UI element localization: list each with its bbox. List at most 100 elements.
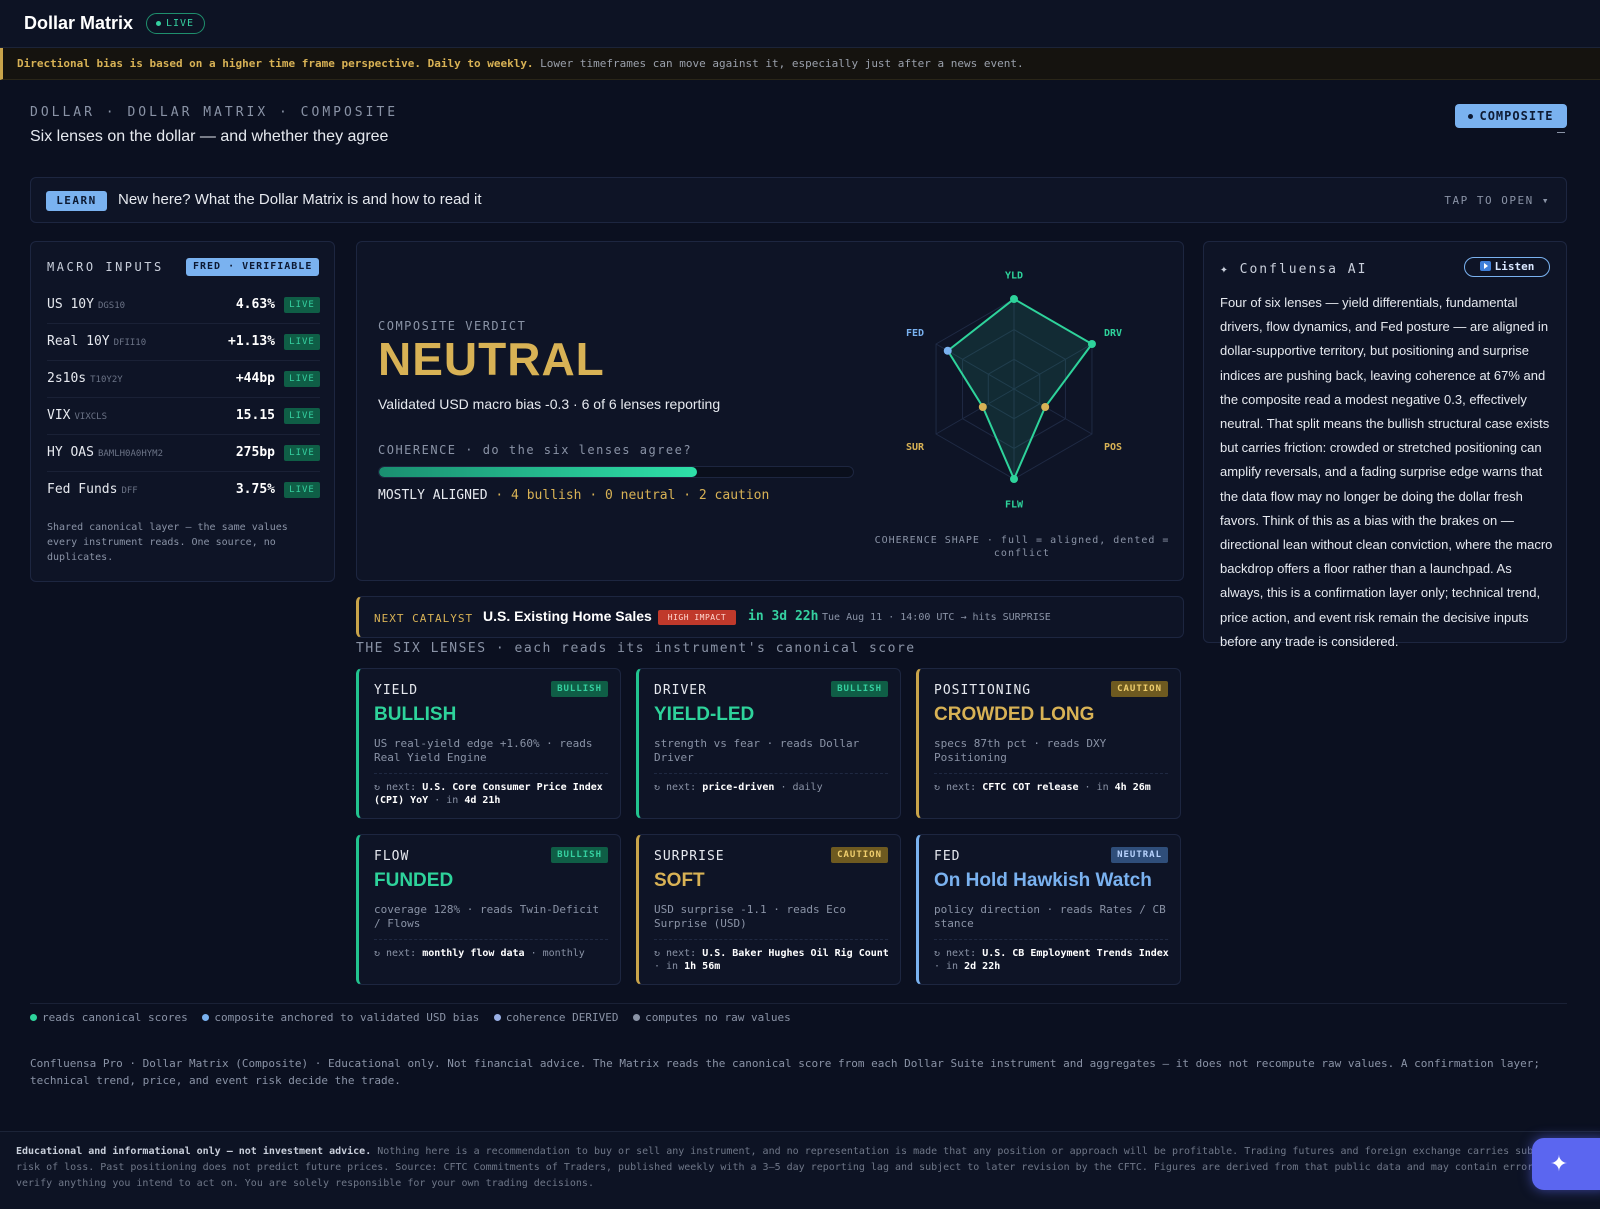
next-item: CFTC COT release	[982, 782, 1079, 793]
lens-next: ↻ next: U.S. Baker Hughes Oil Rig Count …	[654, 947, 894, 973]
legend-dot-icon	[493, 1014, 501, 1021]
ai-summary: Four of six lenses — yield differentials…	[1220, 295, 1553, 649]
live-badge: LIVE	[146, 13, 206, 34]
coherence-radar-chart: YLD DRV POS FLW SUR FED	[906, 271, 1122, 511]
lens-name: DRIVER	[654, 683, 707, 698]
macro-label: Real 10Y	[47, 334, 110, 349]
next-item: price-driven	[702, 782, 775, 793]
lens-name: YIELD	[374, 683, 419, 698]
macro-label: US 10Y	[47, 297, 94, 312]
next-time: 2d 22h	[964, 961, 1001, 972]
macro-value: 4.63%	[235, 297, 275, 312]
next-label: ↻ next:	[374, 948, 417, 959]
lens-description: specs 87th pct · reads DXY Positioning	[934, 737, 1107, 764]
macro-label: HY OAS	[47, 445, 94, 460]
ai-assistant-button[interactable]: ✦	[1532, 1138, 1600, 1190]
composite-verdict-panel: COMPOSITE VERDICT NEUTRAL Validated USD …	[356, 241, 1184, 581]
macro-row: HY OAS BAMLH0A0HYM2 275bp LIVE	[47, 435, 320, 472]
listen-label: Listen	[1494, 260, 1535, 273]
macro-live-badge: LIVE	[284, 334, 320, 350]
next-label: ↻ next:	[934, 948, 977, 959]
macro-value: +44bp	[235, 371, 275, 386]
legend-item: reads canonical scores	[30, 1011, 188, 1024]
macro-code: VIXCLS	[74, 412, 107, 422]
lens-verdict: YIELD-LED	[654, 704, 755, 725]
lens-next: ↻ next: U.S. CB Employment Trends Index …	[934, 947, 1174, 973]
lens-divider	[374, 773, 608, 774]
legend-dot-icon	[30, 1014, 37, 1021]
coherence-counts: · 4 bullish · 0 neutral · 2 caution	[495, 488, 770, 503]
macro-inputs-panel: MACRO INPUTS FRED · VERIFIABLE US 10Y DGS…	[30, 241, 335, 582]
lens-verdict: BULLISH	[374, 704, 457, 725]
lens-card-yield[interactable]: YIELD BULLISH BULLISH US real-yield edge…	[356, 668, 621, 819]
verdict-subtext: Validated USD macro bias -0.3 · 6 of 6 l…	[378, 396, 721, 412]
lens-card-fed[interactable]: FED NEUTRAL On Hold Hawkish Watch policy…	[916, 834, 1181, 985]
next-label: ↻ next:	[654, 948, 697, 959]
listen-button[interactable]: Listen	[1464, 257, 1550, 277]
macro-value: 3.75%	[235, 482, 275, 497]
next-item: U.S. CB Employment Trends Index	[982, 948, 1169, 959]
notice-rest: Lower timeframes can move against it, es…	[533, 57, 1024, 70]
legend-dot-icon	[633, 1014, 641, 1021]
ai-title: ✦ Confluensa AI	[1220, 262, 1368, 277]
lens-description: USD surprise -1.1 · reads Eco Surprise (…	[654, 903, 847, 930]
radar-point-pos	[1041, 403, 1050, 411]
composite-label: COMPOSITE	[1479, 109, 1554, 123]
lens-next: ↻ next: CFTC COT release · in 4h 26m	[934, 781, 1174, 794]
tap-to-open-toggle[interactable]: TAP TO OPEN ▾	[1444, 194, 1550, 207]
lens-card-driver[interactable]: DRIVER BULLISH YIELD-LED strength vs fea…	[636, 668, 901, 819]
composite-mode-button[interactable]: COMPOSITE	[1455, 104, 1567, 128]
lens-card-surprise[interactable]: SURPRISE CAUTION SOFT USD surprise -1.1 …	[636, 834, 901, 985]
footnote: Confluensa Pro · Dollar Matrix (Composit…	[30, 1057, 1540, 1087]
legend-item: coherence DERIVED	[493, 1011, 619, 1024]
radar-point-sur	[978, 403, 987, 411]
lens-card-positioning[interactable]: POSITIONING CAUTION CROWDED LONG specs 8…	[916, 668, 1181, 819]
macro-value: 275bp	[235, 445, 275, 460]
legend-dot-icon	[202, 1014, 210, 1021]
macro-label: 2s10s	[47, 371, 87, 386]
macro-code: T10Y2Y	[90, 375, 123, 385]
composite-dot-icon	[1468, 114, 1474, 119]
next-item: U.S. Baker Hughes Oil Rig Count	[702, 948, 889, 959]
coherence-state: MOSTLY ALIGNED	[378, 488, 488, 503]
macro-row: US 10Y DGS10 4.63% LIVE	[47, 287, 320, 324]
lens-card-flow[interactable]: FLOW BULLISH FUNDED coverage 128% · read…	[356, 834, 621, 985]
legend-text: coherence DERIVED	[505, 1011, 619, 1024]
radar-point-fed	[943, 346, 952, 355]
lens-badge: CAUTION	[831, 847, 888, 863]
learn-text: New here? What the Dollar Matrix is and …	[118, 191, 482, 208]
learn-bar[interactable]: LEARN New here? What the Dollar Matrix i…	[30, 177, 1567, 223]
lens-divider	[374, 939, 608, 940]
radar-axis-label: SUR	[906, 442, 925, 453]
radar-axis-label: FLW	[1005, 499, 1024, 510]
radar-axis-label: POS	[1104, 442, 1122, 453]
radar-point-flw	[1010, 475, 1018, 483]
coherence-readout: MOSTLY ALIGNED · 4 bullish · 0 neutral ·…	[378, 488, 769, 503]
breadcrumb: DOLLAR · DOLLAR MATRIX · COMPOSITE	[30, 105, 399, 120]
lens-divider	[934, 939, 1168, 940]
next-time: 4h 26m	[1114, 782, 1151, 793]
lenses-section-title: THE SIX LENSES · each reads its instrume…	[356, 641, 916, 656]
verdict-value: NEUTRAL	[378, 333, 605, 385]
next-catalyst-bar: NEXT CATALYST U.S. Existing Home Sales H…	[356, 596, 1184, 638]
live-dot-icon	[156, 20, 161, 26]
lens-divider	[654, 939, 888, 940]
macro-value: 15.15	[235, 408, 275, 423]
verdict-label: COMPOSITE VERDICT	[378, 319, 527, 333]
radar-point-yld	[1010, 295, 1018, 303]
legend-text: computes no raw values	[645, 1011, 791, 1024]
next-sep: · in	[654, 961, 685, 972]
lens-description: coverage 128% · reads Twin-Deficit / Flo…	[374, 903, 600, 930]
lens-badge: NEUTRAL	[1111, 847, 1168, 863]
catalyst-name: U.S. Existing Home Sales	[483, 608, 652, 624]
lens-name: FED	[934, 849, 961, 864]
macro-rows: US 10Y DGS10 4.63% LIVE Real 10Y DFII10 +1.13…	[47, 287, 320, 509]
lens-description: strength vs fear · reads Dollar Driver	[654, 737, 860, 764]
lens-badge: BULLISH	[551, 847, 608, 863]
lens-description: US real-yield edge +1.60% · reads Real Y…	[374, 737, 593, 764]
next-time: daily	[792, 782, 823, 793]
radar-point-drv	[1087, 340, 1096, 348]
macro-live-badge: LIVE	[284, 482, 320, 498]
sparkle-icon: ✦	[1549, 1151, 1569, 1176]
next-time: monthly	[542, 948, 585, 959]
